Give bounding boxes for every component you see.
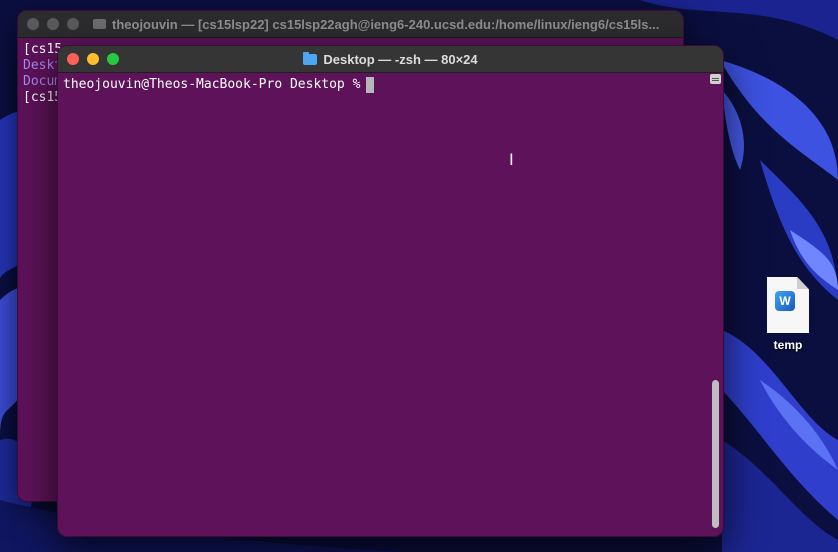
word-document-icon: W xyxy=(767,277,809,333)
terminal-window-front[interactable]: Desktop — -zsh — 80×24 theojouvin@Theos-… xyxy=(57,45,724,537)
text-cursor-icon: I xyxy=(509,150,514,169)
close-button[interactable] xyxy=(67,53,79,65)
folder-icon xyxy=(93,19,106,29)
minimize-button[interactable] xyxy=(47,18,59,30)
desktop-file-temp[interactable]: W temp xyxy=(755,277,821,352)
word-badge: W xyxy=(775,291,795,311)
window-title-text: Desktop — -zsh — 80×24 xyxy=(323,51,478,67)
title-bar[interactable]: Desktop — -zsh — 80×24 xyxy=(58,46,723,73)
window-title: Desktop — -zsh — 80×24 xyxy=(58,51,723,67)
file-label: temp xyxy=(773,338,803,352)
title-bar[interactable]: theojouvin — [cs15lsp22] cs15lsp22agh@ie… xyxy=(18,11,683,38)
scrollbar-menu-icon[interactable] xyxy=(710,74,721,84)
vertical-scrollbar[interactable] xyxy=(710,74,721,534)
close-button[interactable] xyxy=(27,18,39,30)
zoom-button[interactable] xyxy=(67,18,79,30)
shell-prompt: theojouvin@Theos-MacBook-Pro Desktop % xyxy=(63,77,361,92)
text-cursor xyxy=(366,77,375,93)
window-controls xyxy=(67,53,119,65)
zoom-button[interactable] xyxy=(107,53,119,65)
minimize-button[interactable] xyxy=(87,53,99,65)
terminal-input-area[interactable]: theojouvin@Theos-MacBook-Pro Desktop % xyxy=(58,73,723,97)
window-title-text: theojouvin — [cs15lsp22] cs15lsp22agh@ie… xyxy=(112,16,660,32)
scrollbar-thumb[interactable] xyxy=(712,380,719,528)
window-title: theojouvin — [cs15lsp22] cs15lsp22agh@ie… xyxy=(93,17,659,32)
folder-icon xyxy=(303,51,318,65)
window-controls xyxy=(27,18,79,30)
